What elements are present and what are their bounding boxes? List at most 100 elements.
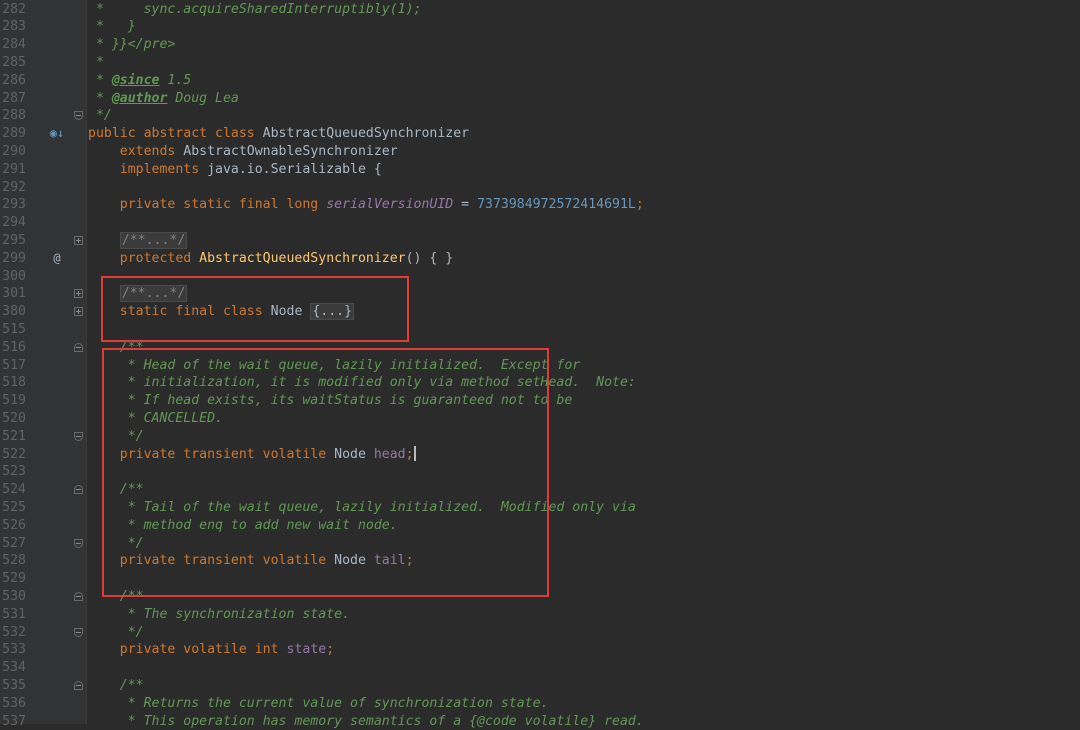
fold-collapse-icon[interactable] xyxy=(74,343,83,352)
code-line[interactable]: 291 implements java.io.Serializable { xyxy=(0,161,1080,179)
line-number: 518 xyxy=(0,374,26,392)
implemented-marker-icon[interactable]: @ xyxy=(48,250,66,268)
code-token: () { } xyxy=(406,251,454,266)
code-line[interactable]: 285 * xyxy=(0,54,1080,72)
override-marker-icon[interactable]: ◉↓ xyxy=(48,125,66,143)
line-number: 291 xyxy=(0,161,26,179)
code-line[interactable]: 283 * } xyxy=(0,18,1080,36)
code-token: implements xyxy=(88,162,207,177)
code-line[interactable]: 288 */ xyxy=(0,107,1080,125)
line-number: 523 xyxy=(0,463,26,481)
line-number: 525 xyxy=(0,499,26,517)
code-token: ; xyxy=(326,642,334,657)
code-token: */ xyxy=(88,108,112,123)
code-token: private volatile int xyxy=(88,642,287,657)
code-line[interactable]: 299 @ protected AbstractQueuedSynchronize… xyxy=(0,250,1080,268)
code-line[interactable]: 287 * @author Doug Lea xyxy=(0,90,1080,108)
code-token: ; xyxy=(636,197,644,212)
line-number: 299 xyxy=(0,250,26,268)
code-text: * @since 1.5 xyxy=(88,72,191,90)
code-line[interactable]: 295 /**...*/ xyxy=(0,232,1080,250)
line-number: 528 xyxy=(0,552,26,570)
code-token: /** xyxy=(88,678,144,693)
code-line[interactable]: 284 * }}</pre> xyxy=(0,36,1080,54)
code-line[interactable]: 531 * The synchronization state. xyxy=(0,606,1080,624)
code-token: * xyxy=(88,2,144,17)
line-number: 519 xyxy=(0,392,26,410)
code-line[interactable]: 293 private static final long serialVers… xyxy=(0,196,1080,214)
code-line[interactable]: 286 * @since 1.5 xyxy=(0,72,1080,90)
line-number: 287 xyxy=(0,90,26,108)
fold-collapse-icon[interactable] xyxy=(74,539,83,548)
line-number: 380 xyxy=(0,303,26,321)
code-text: protected AbstractQueuedSynchronizer() {… xyxy=(88,250,453,268)
code-line[interactable]: 292 xyxy=(0,179,1080,197)
code-line[interactable]: 532 */ xyxy=(0,624,1080,642)
fold-collapse-icon[interactable] xyxy=(74,111,83,120)
code-token: * }}</pre> xyxy=(88,37,175,52)
code-token: public abstract class xyxy=(88,126,263,141)
code-token: private static final long xyxy=(88,197,326,212)
code-line[interactable]: 282 * sync.acquireSharedInterruptibly(1)… xyxy=(0,1,1080,19)
line-number: 516 xyxy=(0,339,26,357)
code-token: * xyxy=(88,55,104,70)
code-line[interactable]: 535 /** xyxy=(0,677,1080,695)
line-number: 282 xyxy=(0,1,26,19)
code-token: = xyxy=(453,197,477,212)
fold-collapse-icon[interactable] xyxy=(74,592,83,601)
line-number: 285 xyxy=(0,54,26,72)
code-token: * The synchronization state. xyxy=(88,607,350,622)
fold-expand-icon[interactable] xyxy=(74,236,83,245)
line-number: 289 xyxy=(0,125,26,143)
fold-expand-icon[interactable] xyxy=(74,307,83,316)
code-token: * xyxy=(88,91,112,106)
code-text: private static final long serialVersionU… xyxy=(88,196,644,214)
code-text: * }}</pre> xyxy=(88,36,175,54)
code-line[interactable]: 534 xyxy=(0,659,1080,677)
code-line[interactable]: 289 ◉↓ public abstract class AbstractQueue… xyxy=(0,125,1080,143)
line-number: 530 xyxy=(0,588,26,606)
code-line[interactable]: 537 * This operation has memory semantic… xyxy=(0,713,1080,730)
code-token: AbstractQueuedSynchronizer xyxy=(199,251,405,266)
highlight-box-node-class xyxy=(101,276,409,342)
line-number: 293 xyxy=(0,196,26,214)
line-number: 522 xyxy=(0,446,26,464)
fold-collapse-icon[interactable] xyxy=(74,628,83,637)
line-number: 295 xyxy=(0,232,26,250)
line-number: 533 xyxy=(0,641,26,659)
line-number: 515 xyxy=(0,321,26,339)
code-token: * This operation has memory semantics of… xyxy=(88,714,644,729)
code-token: * xyxy=(88,73,112,88)
line-number: 524 xyxy=(0,481,26,499)
code-text: /** xyxy=(88,677,144,695)
code-token: state xyxy=(287,642,327,657)
fold-collapse-icon[interactable] xyxy=(74,432,83,441)
code-line[interactable]: 294 xyxy=(0,214,1080,232)
line-number: 521 xyxy=(0,428,26,446)
line-number: 526 xyxy=(0,517,26,535)
code-text: * Returns the current value of synchroni… xyxy=(88,695,549,713)
line-number: 536 xyxy=(0,695,26,713)
line-number: 301 xyxy=(0,285,26,303)
code-token: /**...*/ xyxy=(120,232,188,249)
line-number: 520 xyxy=(0,410,26,428)
line-number: 286 xyxy=(0,72,26,90)
highlight-box-head-tail-fields xyxy=(102,348,549,597)
code-text: */ xyxy=(88,624,144,642)
line-number: 517 xyxy=(0,357,26,375)
code-line[interactable]: 533 private volatile int state; xyxy=(0,641,1080,659)
code-token: extends xyxy=(88,144,183,159)
fold-expand-icon[interactable] xyxy=(74,289,83,298)
fold-collapse-icon[interactable] xyxy=(74,485,83,494)
line-number: 294 xyxy=(0,214,26,232)
line-number: 284 xyxy=(0,36,26,54)
code-text: implements java.io.Serializable { xyxy=(88,161,382,179)
code-token: */ xyxy=(88,625,144,640)
line-number: 288 xyxy=(0,107,26,125)
code-token: AbstractQueuedSynchronizer xyxy=(263,126,469,141)
code-line[interactable]: 290 extends AbstractOwnableSynchronizer xyxy=(0,143,1080,161)
code-token: protected xyxy=(88,251,199,266)
code-line[interactable]: 536 * Returns the current value of synch… xyxy=(0,695,1080,713)
code-token: Doug Lea xyxy=(167,91,238,106)
fold-collapse-icon[interactable] xyxy=(74,681,83,690)
